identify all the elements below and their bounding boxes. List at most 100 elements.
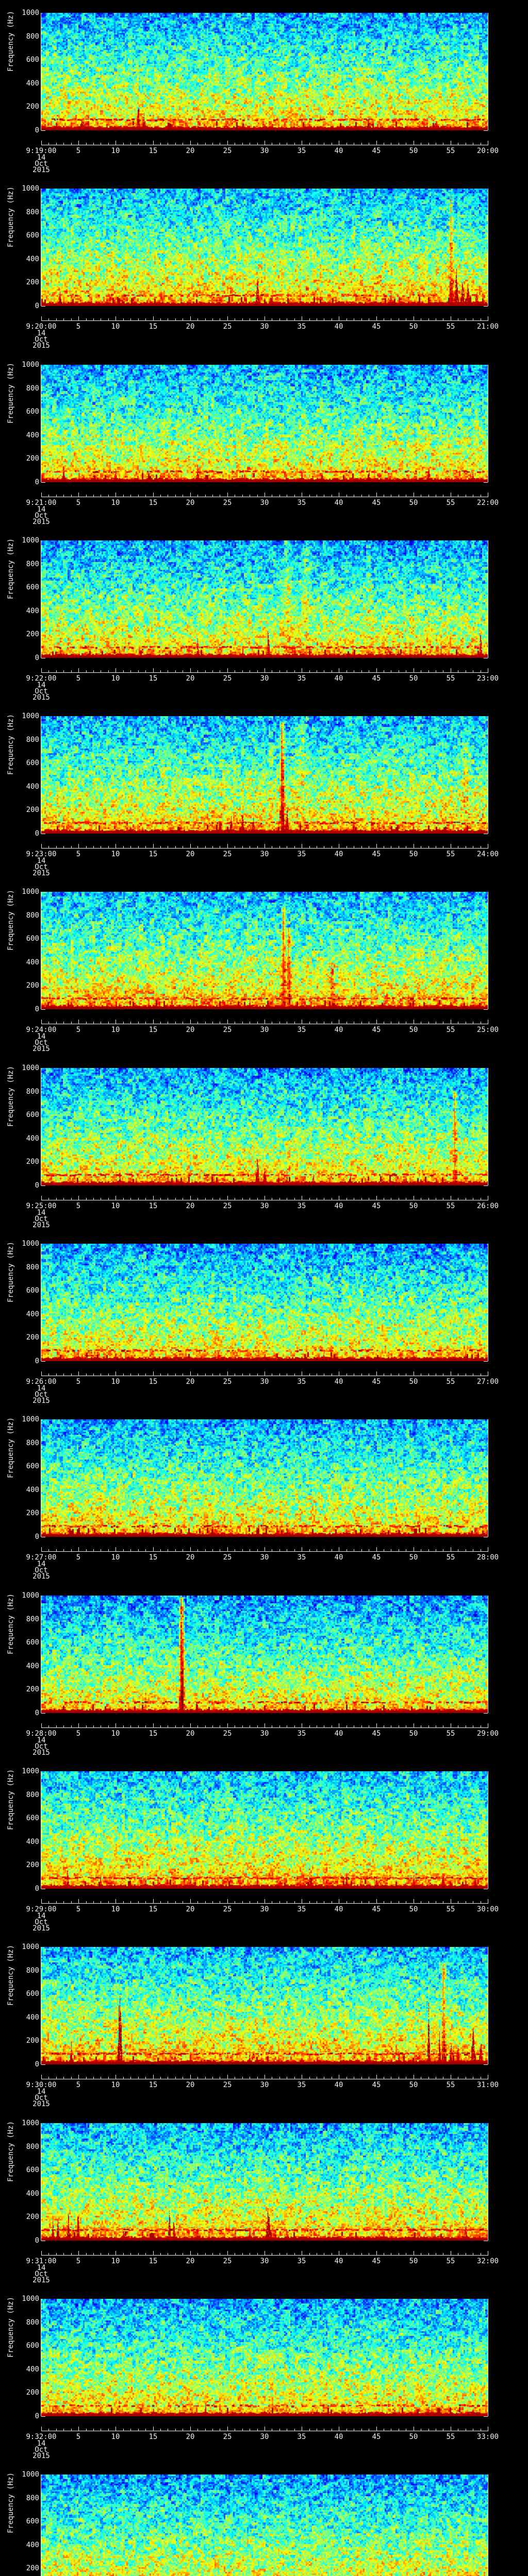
x-tick (160, 318, 161, 320)
x-tick (41, 2427, 42, 2431)
x-tick (78, 1196, 79, 1200)
y-tick-label: 600 (26, 1286, 39, 1295)
x-tick (63, 318, 64, 320)
date-line: 2015 (32, 869, 50, 877)
x-tick (376, 1371, 377, 1376)
x-tick-label: 50 (409, 1026, 418, 1034)
x-tick (309, 2077, 310, 2079)
x-tick-label: 40 (334, 147, 343, 155)
x-tick-label: 55 (446, 2433, 455, 2441)
end-time-label: 23:00 (476, 674, 499, 683)
y-tick-label: 200 (26, 1158, 39, 1166)
x-tick (294, 1725, 295, 1727)
x-tick (175, 670, 176, 672)
x-tick (197, 670, 198, 672)
x-tick (41, 493, 42, 497)
x-tick (257, 670, 258, 672)
x-tick-label: 20 (186, 1378, 195, 1386)
x-tick-label: 40 (334, 2081, 343, 2089)
x-tick (71, 2429, 72, 2431)
y-tick-label: 600 (26, 2166, 39, 2174)
x-tick (78, 668, 79, 672)
x-tick (123, 1198, 124, 1200)
x-tick (227, 2251, 228, 2255)
end-time-label: 25:00 (476, 1026, 499, 1034)
x-tick (309, 2429, 310, 2431)
x-tick-label: 40 (334, 674, 343, 683)
y-tick-label: 200 (26, 630, 39, 638)
x-tick (153, 1020, 154, 1024)
y-tick-label: 400 (26, 2190, 39, 2198)
x-tick (279, 1725, 280, 1727)
x-tick (309, 670, 310, 672)
x-tick-label: 30 (260, 147, 269, 155)
x-tick-label: 15 (148, 323, 158, 331)
x-tick-label: 20 (186, 2257, 195, 2265)
x-tick-label: 20 (186, 147, 195, 155)
x-axis-line (41, 320, 488, 321)
date-line: 2015 (32, 166, 50, 174)
x-tick (86, 495, 87, 497)
x-tick (86, 2253, 87, 2255)
x-tick (71, 1549, 72, 1551)
x-tick (428, 1549, 429, 1551)
spectrogram-canvas (41, 892, 488, 1009)
y-tick-label: 1000 (22, 2119, 39, 2127)
x-tick (294, 1549, 295, 1551)
spectrogram-panel-9:19:00: Frequency (Hz) 0 200 400 600 800 1000 5 10 15 20 25… (0, 0, 528, 176)
y-tick-label: 600 (26, 56, 39, 64)
x-tick (428, 495, 429, 497)
x-tick-label: 40 (334, 323, 343, 331)
x-tick (123, 1549, 124, 1551)
x-tick (93, 143, 94, 145)
y-tick-label: 600 (26, 1111, 39, 1119)
x-tick (138, 318, 139, 320)
x-tick (309, 846, 310, 848)
x-tick (205, 1901, 206, 1903)
y-tick-label: 400 (26, 958, 39, 967)
spectrogram-panel-9:23:00: Frequency (Hz) 0 200 400 600 800 1000 5 10 15 20 25… (0, 703, 528, 879)
x-tick (279, 318, 280, 320)
x-tick-label: 25 (223, 1378, 232, 1386)
x-tick (130, 670, 131, 672)
x-tick (48, 1198, 49, 1200)
x-tick-label: 30 (260, 850, 269, 858)
x-tick (257, 318, 258, 320)
x-tick (376, 2427, 377, 2431)
spectrogram-panel-9:33:00: Frequency (Hz)02004006008001000510152025… (0, 2462, 528, 2576)
x-tick (361, 670, 362, 672)
x-tick-label: 35 (297, 499, 306, 507)
x-tick (190, 2427, 191, 2431)
x-tick (153, 316, 154, 320)
x-tick (130, 1549, 131, 1551)
x-tick (145, 143, 146, 145)
x-tick (175, 846, 176, 848)
spectrogram-canvas (41, 1244, 488, 1361)
x-tick-label: 45 (372, 2081, 381, 2089)
x-tick (361, 846, 362, 848)
x-tick (138, 2253, 139, 2255)
x-tick (205, 318, 206, 320)
x-tick (346, 1725, 347, 1727)
y-tick-label: 800 (26, 384, 39, 393)
y-tick-label: 800 (26, 1263, 39, 1272)
x-tick (205, 670, 206, 672)
x-tick (41, 1196, 42, 1200)
spectrogram-panel-9:25:00: Frequency (Hz) 0 200 400 600 800 1000 5 10 15 20 25… (0, 1055, 528, 1231)
x-tick-label: 50 (409, 2433, 418, 2441)
x-tick-label: 55 (446, 850, 455, 858)
x-tick-label: 25 (223, 147, 232, 155)
x-tick (48, 1022, 49, 1024)
x-tick-label: 20 (186, 1202, 195, 1210)
x-tick (145, 1901, 146, 1903)
x-tick-label: 15 (148, 2433, 158, 2441)
x-tick-label: 35 (297, 2433, 306, 2441)
x-tick-label: 40 (334, 1730, 343, 1738)
x-tick (48, 670, 49, 672)
y-tick-left (41, 306, 45, 307)
x-tick (309, 2253, 310, 2255)
x-tick (123, 1901, 124, 1903)
x-tick (197, 318, 198, 320)
x-tick (160, 1549, 161, 1551)
y-tick-label: 0 (35, 829, 39, 838)
